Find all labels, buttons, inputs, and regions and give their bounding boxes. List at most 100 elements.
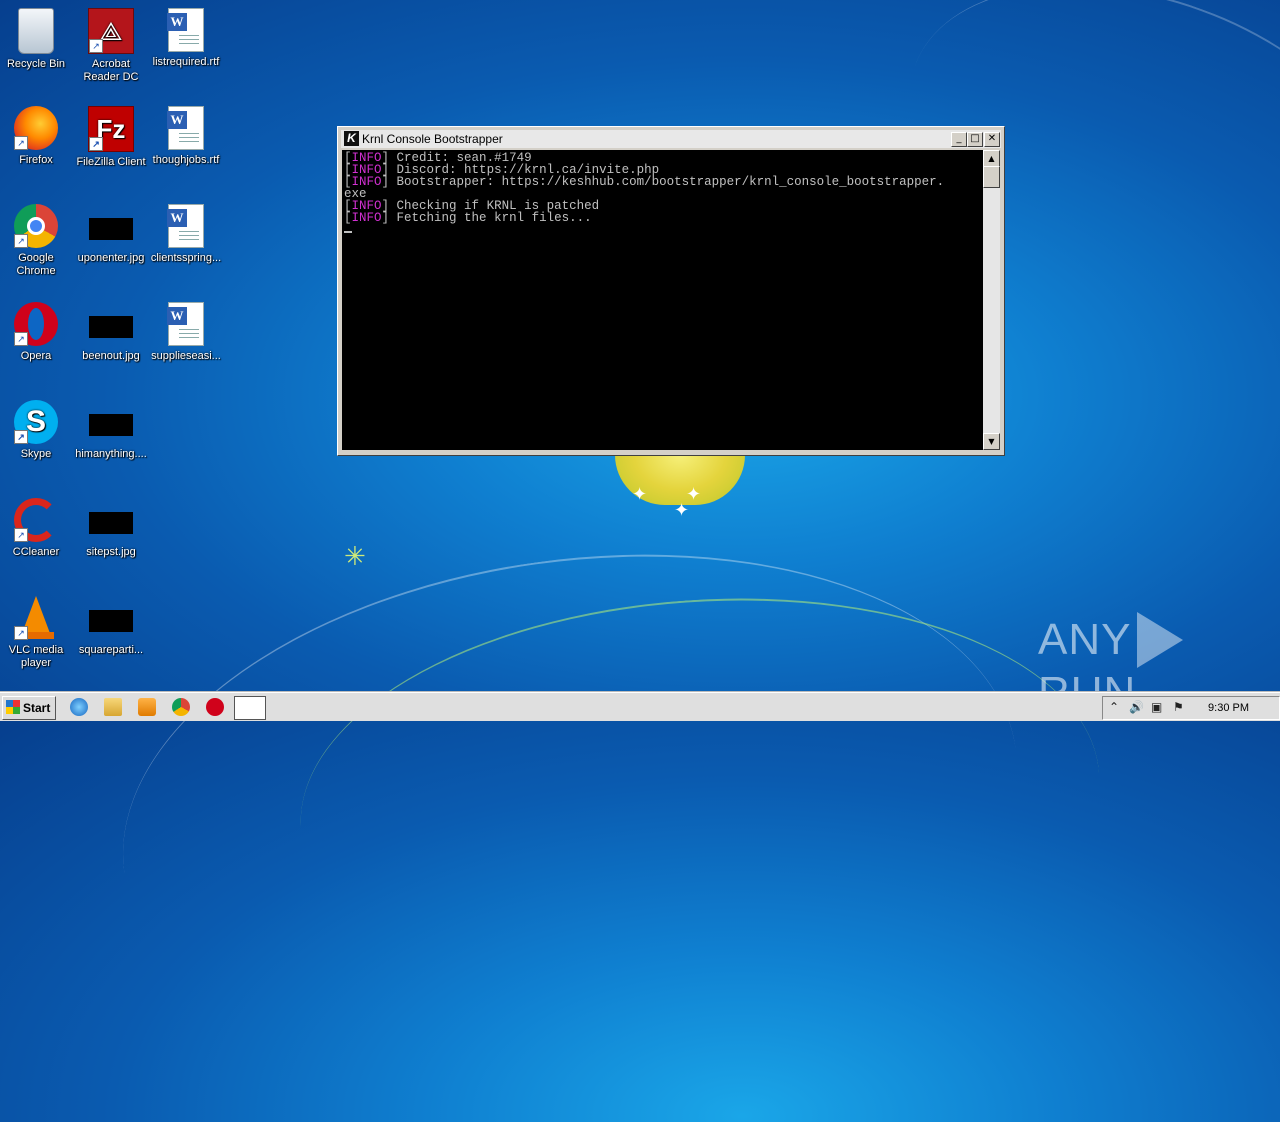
shortcut-arrow-icon: ↗	[14, 430, 28, 444]
shortcut-arrow-icon: ↗	[14, 234, 28, 248]
console-line-text: Fetching the krnl files...	[389, 211, 592, 225]
skype-icon: S ↗	[14, 400, 58, 444]
sparkle: ✦	[686, 484, 702, 505]
desktop-icon-label: uponenter.jpg	[77, 252, 145, 264]
image-thumb-icon	[89, 316, 133, 338]
image-thumb-icon	[89, 512, 133, 534]
desktop-icon-label: Acrobat Reader DC	[83, 58, 139, 83]
scroll-down-arrow-icon[interactable]: ▼	[983, 433, 1000, 450]
console-window[interactable]: K Krnl Console Bootstrapper _ □ ✕ [INFO]…	[337, 126, 1005, 456]
vlc-icon: ↗	[14, 596, 58, 640]
console-line: [INFO] Bootstrapper: https://keshhub.com…	[344, 175, 945, 189]
desktop-icon-skype[interactable]: S ↗ Skype	[0, 400, 74, 461]
desktop-icon-label: thoughjobs.rtf	[152, 154, 220, 166]
close-button[interactable]: ✕	[984, 132, 1000, 147]
chrome-icon[interactable]	[172, 698, 190, 716]
desktop-icon-label: CCleaner	[12, 546, 60, 558]
desktop-icon-label: squareparti...	[78, 644, 144, 656]
acrobat-icon: ⟁ ↗	[88, 8, 134, 54]
taskbar-window-button[interactable]	[234, 696, 266, 720]
desktop-icon-label: VLC media player	[8, 644, 64, 669]
word-doc-icon: W	[167, 302, 204, 346]
console-line: [INFO] Fetching the krnl files...	[344, 211, 592, 225]
window-titlebar[interactable]: K Krnl Console Bootstrapper _ □ ✕	[341, 130, 1001, 148]
console-output[interactable]: [INFO] Credit: sean.#1749 [INFO] Discord:…	[342, 150, 983, 450]
start-button[interactable]: Start	[2, 696, 56, 720]
desktop-icon-label: Opera	[20, 350, 52, 362]
chrome-icon: ↗	[14, 204, 58, 248]
recycle-bin-icon	[18, 8, 54, 54]
windows-logo-icon	[6, 700, 20, 714]
desktop-icon-beenout[interactable]: beenout.jpg	[73, 302, 149, 363]
show-hidden-icon[interactable]: ⌃	[1109, 700, 1119, 714]
desktop-icon-label: Skype	[20, 448, 52, 460]
scroll-thumb[interactable]	[983, 166, 1000, 188]
image-thumb-icon	[89, 610, 133, 632]
minimize-button[interactable]: _	[951, 132, 967, 147]
window-title: Krnl Console Bootstrapper	[362, 132, 503, 146]
opera-icon: ↗	[14, 302, 58, 346]
desktop-icon-clientsspring[interactable]: W clientsspring...	[148, 204, 224, 265]
desktop-icon-opera[interactable]: ↗ Opera	[0, 302, 74, 363]
console-line-text: Bootstrapper: https://keshhub.com/bootst…	[389, 175, 945, 189]
clock[interactable]: 9:30 PM	[1208, 702, 1249, 714]
desktop-icon-acrobat[interactable]: ⟁ ↗ Acrobat Reader DC	[73, 8, 149, 84]
image-thumb-icon	[89, 218, 133, 240]
desktop-icon-label: listrequired.rtf	[152, 56, 220, 68]
desktop-icon-himanything[interactable]: himanything....	[73, 400, 149, 461]
desktop-icon-label: Google Chrome	[16, 252, 56, 277]
play-logo-icon	[1137, 612, 1184, 668]
shortcut-arrow-icon: ↗	[14, 528, 28, 542]
taskbar: Start ⌃ 🔊 ▣ ⚑ 9:30 PM	[0, 692, 1280, 721]
shortcut-arrow-icon: ↗	[14, 136, 28, 150]
volume-icon[interactable]: 🔊	[1129, 700, 1144, 714]
word-doc-icon: W	[167, 106, 204, 150]
desktop-icon-chrome[interactable]: ↗ Google Chrome	[0, 204, 74, 278]
text-cursor	[344, 231, 352, 233]
ccleaner-icon: ↗	[14, 498, 58, 542]
image-thumb-icon	[89, 414, 133, 436]
firefox-icon: ↗	[14, 106, 58, 150]
shortcut-arrow-icon: ↗	[89, 137, 103, 151]
desktop-icon-firefox[interactable]: ↗ Firefox	[0, 106, 74, 167]
desktop-icon-filezilla[interactable]: Fz ↗ FileZilla Client	[73, 106, 149, 169]
desktop-icon-label: FileZilla Client	[76, 156, 146, 168]
maximize-button[interactable]: □	[967, 132, 983, 147]
desktop-icon-label: Firefox	[19, 154, 53, 166]
desktop-icon-listrequired[interactable]: W listrequired.rtf	[148, 8, 224, 69]
desktop-icon-supplieseasi[interactable]: W supplieseasi...	[148, 302, 224, 363]
desktop-icon-vlc[interactable]: ↗ VLC media player	[0, 596, 74, 670]
opera-icon[interactable]	[206, 698, 224, 716]
krnl-icon: K	[344, 131, 359, 146]
scroll-up-arrow-icon[interactable]: ▲	[983, 150, 1000, 167]
flag-icon[interactable]: ⚑	[1173, 700, 1184, 714]
desktop-icon-uponenter[interactable]: uponenter.jpg	[73, 204, 149, 265]
watermark-text-left: ANY	[1038, 615, 1132, 664]
desktop-icon-label: clientsspring...	[150, 252, 222, 264]
info-tag: INFO	[351, 211, 382, 225]
ie-icon[interactable]	[70, 698, 88, 716]
explorer-icon[interactable]	[104, 698, 122, 716]
start-label: Start	[23, 701, 51, 715]
desktop-icon-label: beenout.jpg	[82, 350, 140, 362]
desktop-icon-label: Recycle Bin	[6, 58, 66, 70]
desktop-icon-thoughjobs[interactable]: W thoughjobs.rtf	[148, 106, 224, 167]
shortcut-arrow-icon: ↗	[89, 39, 103, 53]
system-tray: ⌃ 🔊 ▣ ⚑ 9:30 PM	[1102, 696, 1280, 720]
desktop-icon-label: sitepst.jpg	[86, 546, 136, 558]
desktop-icon-squareparti[interactable]: squareparti...	[73, 596, 149, 657]
desktop-icon-label: himanything....	[75, 448, 147, 460]
word-doc-icon: W	[167, 204, 204, 248]
word-doc-icon: W	[167, 8, 204, 52]
desktop-icon-recycle-bin[interactable]: Recycle Bin	[0, 8, 74, 71]
network-icon[interactable]: ▣	[1151, 700, 1162, 714]
desktop-icon-sitepst[interactable]: sitepst.jpg	[73, 498, 149, 559]
filezilla-icon: Fz ↗	[88, 106, 134, 152]
shortcut-arrow-icon: ↗	[14, 332, 28, 346]
desktop-icon-label: supplieseasi...	[151, 350, 221, 362]
media-player-icon[interactable]	[138, 698, 156, 716]
vertical-scrollbar[interactable]: ▲ ▼	[983, 150, 1000, 450]
sparkle: ✳	[344, 542, 366, 572]
sparkle: ✦	[632, 484, 648, 505]
desktop-icon-ccleaner[interactable]: ↗ CCleaner	[0, 498, 74, 559]
